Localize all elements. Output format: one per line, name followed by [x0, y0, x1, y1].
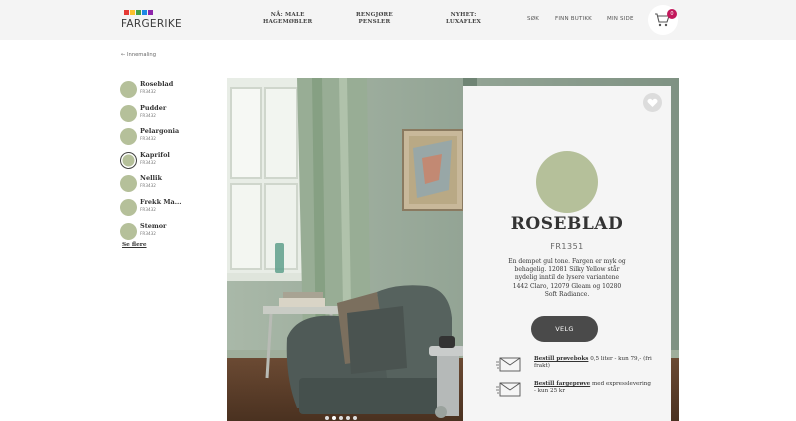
swatch-dot [120, 128, 137, 146]
carousel-dot[interactable] [346, 416, 350, 420]
swatch-item-stemor[interactable]: Stemor FR3432 [120, 220, 215, 244]
cart-button[interactable]: 0 [648, 5, 678, 35]
color-swatch-large [536, 151, 598, 213]
carousel-dots [325, 416, 357, 420]
cart-count-badge: 0 [667, 9, 677, 19]
swatch-dot [120, 198, 137, 216]
carousel-dot[interactable] [339, 416, 343, 420]
swatch-name: Pudder [140, 103, 167, 112]
order-color-sample-link[interactable]: Bestill fargeprøve [534, 381, 590, 387]
swatch-code: FR3432 [140, 89, 156, 94]
swatch-item-pelargonia[interactable]: Pelargonia FR3432 [120, 125, 215, 149]
find-store-link[interactable]: FINN BUTIKK [555, 16, 592, 22]
color-swatch-list: Roseblad FR3432 Pudder FR3432 Pelargonia… [120, 78, 215, 243]
fargerike-logo[interactable]: FARGERIKE [121, 10, 185, 32]
nav-item-luxaflex[interactable]: NYHET: LUXAFLEX [446, 12, 481, 25]
order-sample-box-link[interactable]: Bestill prøveboks [534, 356, 588, 362]
swatch-name: Kaprifol [140, 150, 170, 159]
swatch-name: Pelargonia [140, 127, 180, 136]
swatch-code: FR3432 [140, 159, 156, 165]
carousel-dot[interactable] [353, 416, 357, 420]
nav-line2: HAGEMØBLER [263, 18, 313, 25]
color-name: ROSEBLAD [510, 214, 624, 234]
nav-item-paint-garden-furniture[interactable]: NÅ: MALE HAGEMØBLER [263, 12, 312, 25]
swatch-dot-selected [120, 151, 137, 169]
search-link[interactable]: SØK [527, 16, 539, 22]
swatch-item-kaprifol[interactable]: Kaprifol FR3432 [120, 149, 215, 173]
favorite-button[interactable] [643, 93, 662, 112]
color-detail-card: ROSEBLAD FR1351 En dempet gul tone. Farg… [463, 86, 671, 421]
swatch-code: FR3432 [140, 183, 156, 189]
my-page-link[interactable]: MIN SIDE [607, 16, 634, 22]
swatch-item-pudder[interactable]: Pudder FR3432 [120, 102, 215, 126]
swatch-code: FR3432 [140, 112, 156, 118]
swatch-item-frekk-ma[interactable]: Frekk Ma... FR3432 [120, 196, 215, 220]
swatch-code: FR3432 [140, 136, 156, 142]
carousel-dot[interactable] [325, 416, 329, 420]
color-code: FR1351 [550, 242, 584, 251]
heart-icon [647, 98, 658, 107]
swatch-dot [120, 175, 137, 193]
choose-color-button[interactable]: VELG [531, 316, 598, 342]
breadcrumb-back-link[interactable]: ← Innemaling [121, 52, 156, 58]
nav-line1: NYHET: [450, 12, 477, 18]
swatch-dot [120, 104, 137, 122]
color-description: En dempet gul tone. Fargen er myk og beh… [508, 258, 626, 298]
swatch-item-nellik[interactable]: Nellik FR3432 [120, 172, 215, 196]
order-color-sample-text: Bestill fargeprøve med expresslevering -… [534, 381, 654, 396]
nav-line2: LUXAFLEX [446, 18, 482, 25]
envelope-icon [496, 382, 521, 397]
swatch-name: Nellik [140, 174, 162, 183]
carousel-dot[interactable] [332, 416, 336, 420]
swatch-name: Stemor [140, 221, 167, 230]
swatch-code: FR3432 [140, 230, 156, 236]
nav-line1: RENGJØRE [356, 12, 393, 18]
nav-line2: PENSLER [358, 18, 391, 25]
envelope-icon [496, 357, 521, 372]
see-more-link[interactable]: Se flere [122, 242, 147, 248]
swatch-dot [120, 81, 137, 98]
nav-item-clean-brushes[interactable]: RENGJØRE PENSLER [356, 12, 393, 25]
swatch-name: Frekk Ma... [140, 197, 182, 206]
swatch-code: FR3432 [140, 206, 156, 212]
logo-color-squares [124, 10, 153, 16]
logo-text: FARGERIKE [121, 18, 182, 30]
order-sample-box-text: Bestill prøveboks 0,5 liter - kun 79,- (… [534, 356, 654, 371]
swatch-dot [120, 222, 137, 240]
swatch-name: Roseblad [140, 80, 174, 88]
swatch-item-roseblad[interactable]: Roseblad FR3432 [120, 78, 215, 102]
site-header: FARGERIKE NÅ: MALE HAGEMØBLER RENGJØRE P… [0, 0, 796, 40]
